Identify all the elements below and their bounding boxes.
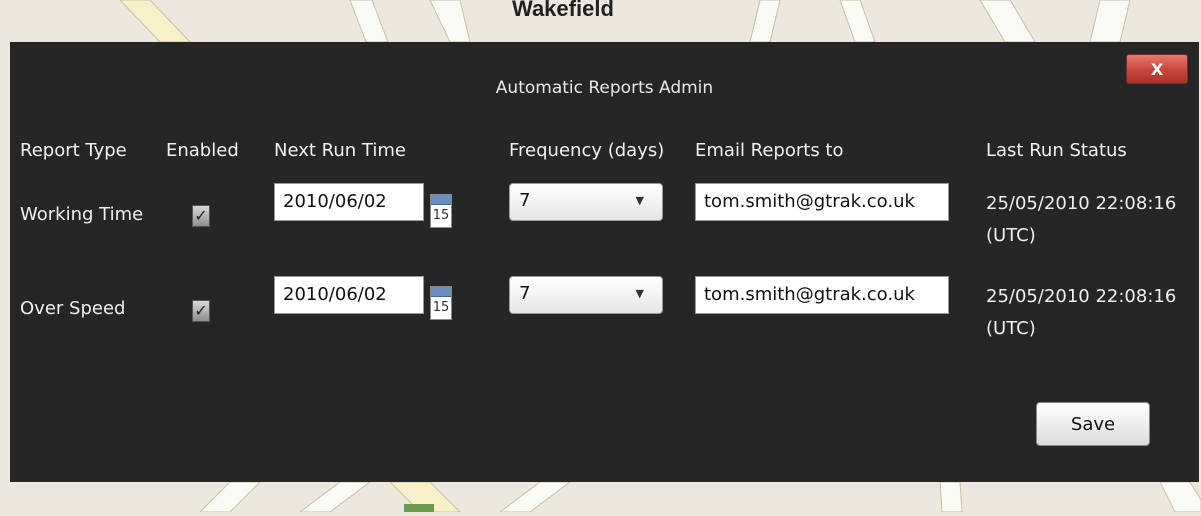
dialog-title: Automatic Reports Admin xyxy=(495,78,714,98)
last-run-status: 25/05/2010 22:08:16 (UTC) xyxy=(986,286,1177,339)
report-type-cell: Over Speed xyxy=(20,298,126,319)
frequency-value: 7 xyxy=(519,190,531,211)
header-report-type: Report Type xyxy=(20,140,127,161)
calendar-day-label: 15 xyxy=(432,208,450,223)
automatic-reports-dialog: Automatic Reports Admin X Report Type En… xyxy=(10,42,1199,482)
next-run-time-input[interactable]: 2010/06/02 xyxy=(274,276,424,314)
frequency-select[interactable]: 7 ▼ xyxy=(509,183,663,221)
map-place-label: Wakefield xyxy=(512,0,614,21)
frequency-value: 7 xyxy=(519,283,531,304)
chevron-down-icon: ▼ xyxy=(635,287,644,300)
calendar-icon[interactable]: 15 xyxy=(430,194,452,228)
enabled-checkbox[interactable]: ✓ xyxy=(192,205,210,227)
next-run-time-input[interactable]: 2010/06/02 xyxy=(274,183,424,221)
header-enabled: Enabled xyxy=(166,140,239,161)
enabled-checkbox[interactable]: ✓ xyxy=(192,300,210,322)
email-field[interactable]: tom.smith@gtrak.co.uk xyxy=(695,183,949,221)
header-next-run-time: Next Run Time xyxy=(274,140,406,161)
header-last-run-status: Last Run Status xyxy=(986,140,1127,161)
chevron-down-icon: ▼ xyxy=(635,194,644,207)
frequency-select[interactable]: 7 ▼ xyxy=(509,276,663,314)
calendar-icon[interactable]: 15 xyxy=(430,286,452,320)
close-icon: X xyxy=(1150,59,1164,79)
header-email: Email Reports to xyxy=(695,140,844,161)
calendar-day-label: 15 xyxy=(432,300,450,315)
header-frequency: Frequency (days) xyxy=(509,140,665,161)
email-field[interactable]: tom.smith@gtrak.co.uk xyxy=(695,276,949,314)
close-button[interactable]: X xyxy=(1126,54,1188,84)
save-button[interactable]: Save xyxy=(1036,402,1150,446)
report-type-cell: Working Time xyxy=(20,204,144,225)
last-run-status: 25/05/2010 22:08:16 (UTC) xyxy=(986,193,1177,246)
